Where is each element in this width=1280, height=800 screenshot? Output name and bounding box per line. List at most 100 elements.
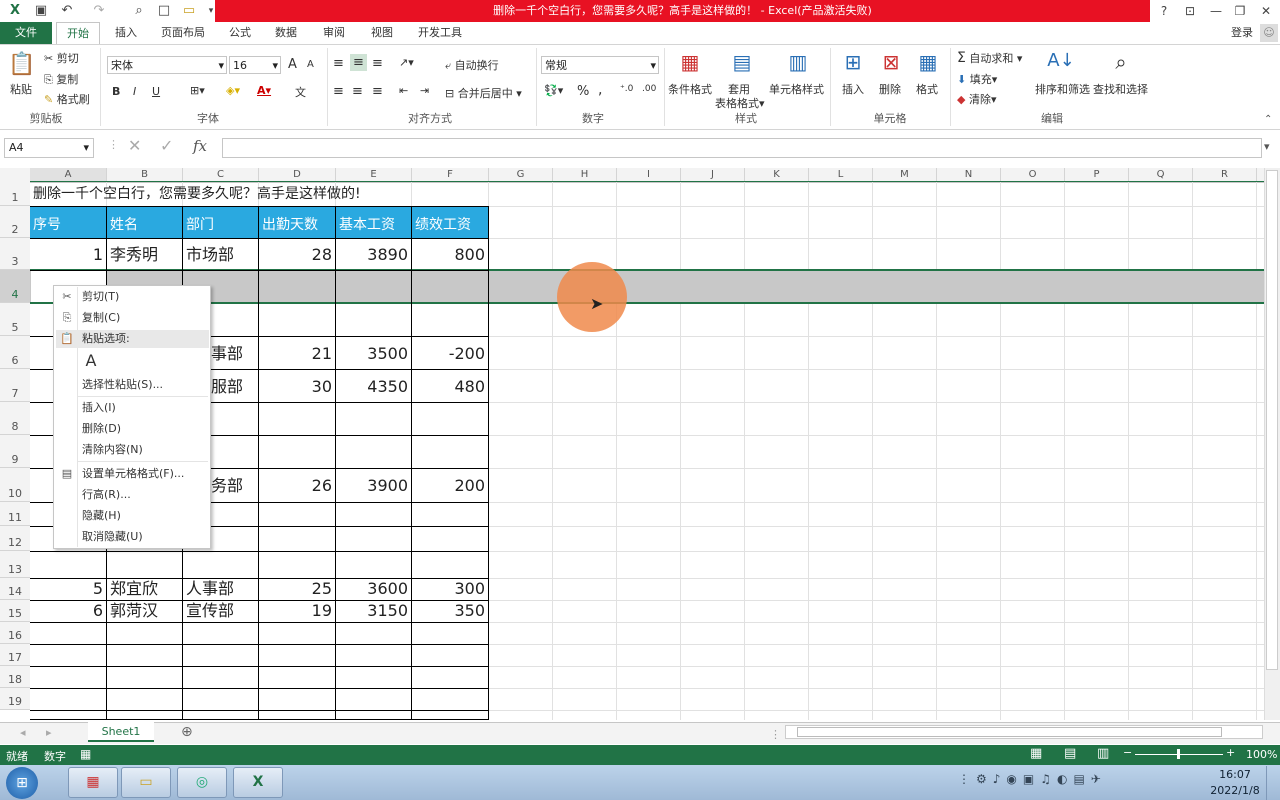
start-button[interactable]: ⊞ bbox=[6, 767, 38, 799]
table-cell[interactable]: 480 bbox=[412, 379, 485, 395]
row-header-5[interactable]: 5 bbox=[0, 303, 30, 336]
table-cell[interactable]: 3900 bbox=[336, 478, 408, 494]
cut-button[interactable]: ✂ 剪切 bbox=[44, 50, 79, 66]
row-header-9[interactable]: 9 bbox=[0, 435, 30, 468]
table-cell[interactable]: 郭菏汉 bbox=[110, 603, 158, 619]
sort-filter-icon[interactable]: A↓ bbox=[1046, 50, 1076, 78]
menu-copy[interactable]: 复制(C) bbox=[82, 309, 120, 327]
table-cell[interactable]: 服部 bbox=[211, 379, 243, 395]
sheet-tab-sheet1[interactable]: Sheet1 bbox=[88, 722, 154, 742]
table-cell[interactable]: 郑宜欣 bbox=[110, 581, 158, 597]
format-painter-button[interactable]: ✎ 格式刷 bbox=[44, 91, 90, 107]
split-handle-icon[interactable]: ⋮ bbox=[770, 728, 781, 741]
delete-cells-button[interactable]: 删除 bbox=[879, 81, 901, 97]
find-select-button[interactable]: 查找和选择 bbox=[1093, 81, 1148, 97]
avatar[interactable]: ☺ bbox=[1260, 24, 1278, 42]
row-header-19[interactable]: 19 bbox=[0, 688, 30, 710]
row-header-12[interactable]: 12 bbox=[0, 526, 30, 551]
autosum-button[interactable]: Σ 自动求和 ▾ bbox=[957, 50, 1022, 66]
row-header-1[interactable]: 1 bbox=[0, 182, 30, 206]
table-format-button[interactable]: 表格格式▾ bbox=[715, 95, 765, 111]
table-cell[interactable]: 3600 bbox=[336, 581, 408, 597]
zoom-in-button[interactable]: + bbox=[1226, 746, 1235, 759]
font-color-icon[interactable]: A▾ bbox=[257, 84, 271, 97]
column-header-n[interactable]: N bbox=[937, 168, 1001, 182]
save-icon[interactable]: ▣ bbox=[32, 2, 50, 20]
percent-button[interactable]: % bbox=[577, 84, 589, 99]
header-cell[interactable]: 姓名 bbox=[107, 207, 182, 238]
excel-taskbar-icon[interactable]: X bbox=[233, 767, 283, 798]
menu-insert[interactable]: 插入(I) bbox=[82, 399, 116, 417]
format-cells-button[interactable]: 格式 bbox=[916, 81, 938, 97]
italic-button[interactable]: I bbox=[133, 85, 136, 98]
decrease-decimal-icon[interactable]: .00 bbox=[642, 84, 656, 94]
sheet-title-cell[interactable]: 删除一千个空白行，您需要多久呢？高手是这样做的! bbox=[33, 187, 361, 201]
table-cell[interactable]: 300 bbox=[412, 581, 485, 597]
tab-page-layout[interactable]: 页面布局 bbox=[154, 22, 212, 44]
menu-row-height[interactable]: 行高(R)... bbox=[82, 486, 131, 504]
clock-date[interactable]: 2022/1/8 bbox=[1206, 784, 1264, 797]
conditional-format-icon[interactable]: ▦ bbox=[676, 50, 704, 78]
table-cell[interactable]: 事部 bbox=[211, 346, 243, 362]
wrap-text-button[interactable]: ⤶ 自动换行 bbox=[445, 57, 499, 73]
row-header-3[interactable]: 3 bbox=[0, 238, 30, 270]
column-header-j[interactable]: J bbox=[681, 168, 745, 182]
align-middle-icon[interactable]: ≡ bbox=[350, 54, 367, 71]
zoom-out-button[interactable]: − bbox=[1123, 746, 1132, 759]
restore-icon[interactable]: ❐ bbox=[1226, 0, 1254, 22]
scroll-left-icon[interactable]: ◂ bbox=[20, 726, 26, 739]
column-header-q[interactable]: Q bbox=[1129, 168, 1193, 182]
page-layout-view-icon[interactable]: ▤ bbox=[1064, 746, 1076, 761]
tab-home[interactable]: 开始 bbox=[56, 22, 100, 44]
tab-file[interactable]: 文件 bbox=[0, 22, 52, 44]
row-header-16[interactable]: 16 bbox=[0, 622, 30, 644]
menu-clear[interactable]: 清除内容(N) bbox=[82, 441, 143, 459]
menu-cut[interactable]: 剪切(T) bbox=[82, 288, 119, 306]
add-sheet-button[interactable]: ⊕ bbox=[181, 724, 193, 740]
header-cell[interactable]: 部门 bbox=[183, 207, 258, 238]
column-header-h[interactable]: H bbox=[553, 168, 617, 182]
column-header-m[interactable]: M bbox=[873, 168, 937, 182]
close-icon[interactable]: ✕ bbox=[1252, 0, 1280, 22]
column-header-f[interactable]: F bbox=[412, 168, 489, 182]
expand-formula-icon[interactable]: ▾ bbox=[1264, 140, 1270, 153]
tab-data[interactable]: 数据 bbox=[268, 22, 304, 44]
merge-center-button[interactable]: ⊟ 合并后居中 ▾ bbox=[445, 85, 522, 101]
format-cells-icon[interactable]: ▦ bbox=[915, 50, 941, 78]
table-cell[interactable]: 200 bbox=[412, 478, 485, 494]
row-header-8[interactable]: 8 bbox=[0, 402, 30, 435]
column-header-e[interactable]: E bbox=[336, 168, 412, 182]
orientation-icon[interactable]: ↗▾ bbox=[399, 56, 414, 69]
table-cell[interactable]: 28 bbox=[259, 247, 332, 263]
table-cell[interactable]: 25 bbox=[259, 581, 332, 597]
table-cell[interactable]: 21 bbox=[259, 346, 332, 362]
table-cell[interactable]: 市场部 bbox=[186, 247, 234, 263]
selected-row-4[interactable] bbox=[30, 270, 1264, 303]
table-cell[interactable]: 19 bbox=[259, 603, 332, 619]
currency-icon[interactable]: 💱▾ bbox=[544, 84, 563, 97]
increase-indent-icon[interactable]: ⇥ bbox=[420, 84, 429, 97]
phonetic-button[interactable]: 文 bbox=[295, 84, 306, 100]
undo-icon[interactable]: ↶ bbox=[58, 2, 76, 20]
horizontal-scroll-thumb[interactable] bbox=[797, 727, 1222, 737]
increase-decimal-icon[interactable]: ⁺.0 bbox=[620, 84, 633, 94]
vertical-scroll-thumb[interactable] bbox=[1266, 170, 1278, 670]
insert-cells-button[interactable]: 插入 bbox=[842, 81, 864, 97]
table-cell[interactable]: 3500 bbox=[336, 346, 408, 362]
column-header-l[interactable]: L bbox=[809, 168, 873, 182]
font-size-select[interactable]: 16 ▾ bbox=[229, 56, 281, 74]
table-cell[interactable]: 26 bbox=[259, 478, 332, 494]
number-format-select[interactable]: 常规 ▾ bbox=[541, 56, 659, 74]
sign-in-link[interactable]: 登录 bbox=[1222, 22, 1262, 44]
clear-button[interactable]: ◆ 清除▾ bbox=[957, 91, 997, 107]
table-cell[interactable]: 3150 bbox=[336, 603, 408, 619]
column-header-p[interactable]: P bbox=[1065, 168, 1129, 182]
font-name-select[interactable]: 宋体 ▾ bbox=[107, 56, 227, 74]
row-header-2[interactable]: 2 bbox=[0, 206, 30, 238]
table-cell[interactable]: 3890 bbox=[336, 247, 408, 263]
zoom-level[interactable]: 100% bbox=[1246, 748, 1277, 761]
row-header-17[interactable]: 17 bbox=[0, 644, 30, 666]
table-cell[interactable]: 5 bbox=[30, 581, 103, 597]
align-center-icon[interactable]: ≡ bbox=[352, 84, 363, 99]
align-right-icon[interactable]: ≡ bbox=[372, 84, 383, 99]
